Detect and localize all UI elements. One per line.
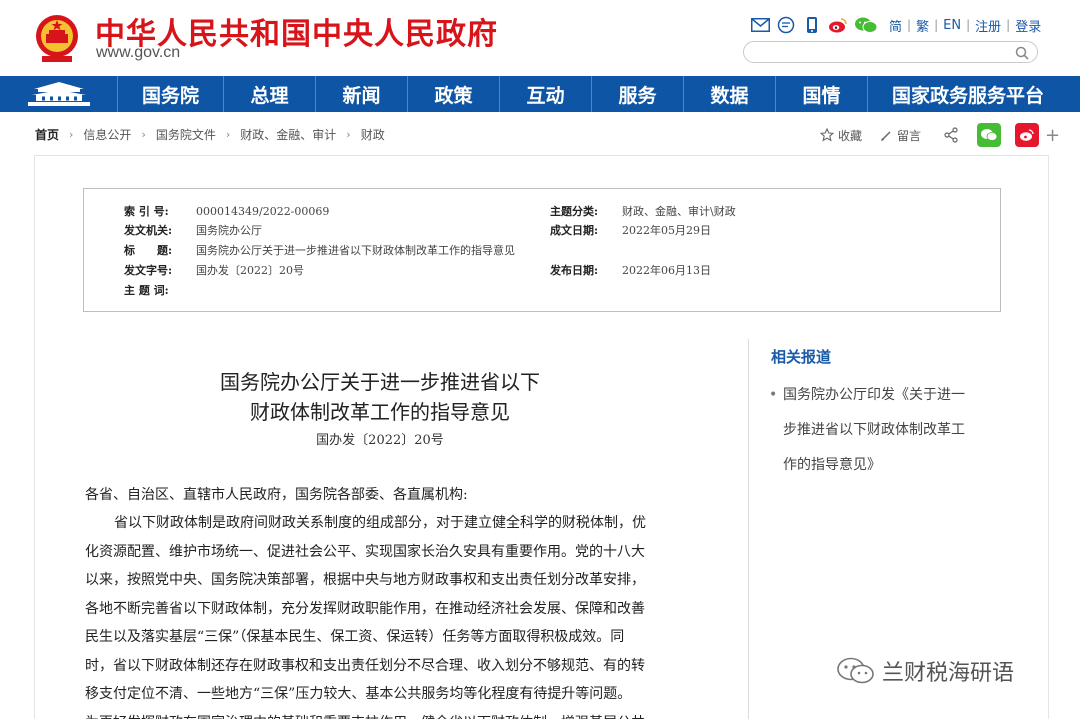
article-line: 时，省以下财政体制还存在财政事权和支出责任划分不尽合理、收入划分不够规范、有的转 <box>85 657 645 674</box>
lang-en-link[interactable]: EN <box>938 18 966 33</box>
favorite-button[interactable]: 收藏 <box>820 127 862 144</box>
meta-index-no: 索 引 号: 000014349/2022-00069 <box>124 204 330 219</box>
breadcrumb: 首页 › 信息公开 › 国务院文件 › 财政、金融、审计 › 财政 <box>35 122 385 146</box>
site-header: 中华人民共和国中央人民政府 www.gov.cn 简 | 繁 | EN | 注册… <box>0 0 1080 76</box>
weibo-share-icon[interactable] <box>1015 123 1040 147</box>
document-meta-table: 索 引 号: 000014349/2022-00069 发文机关: 国务院办公厅… <box>83 188 1001 312</box>
more-share-icon[interactable]: + <box>1045 125 1060 146</box>
chevron-right-icon: › <box>346 127 351 141</box>
nav-item-state-council[interactable]: 国务院 <box>118 76 224 112</box>
wechat-share-icon[interactable] <box>977 123 1002 147</box>
meta-category: 主题分类: 财政、金融、审计\财政 <box>550 205 736 218</box>
nav-item-interaction[interactable]: 互动 <box>500 76 592 112</box>
wechat-watermark-icon <box>837 657 874 684</box>
nav-item-policy[interactable]: 政策 <box>408 76 500 112</box>
breadcrumb-home[interactable]: 首页 <box>35 126 59 143</box>
breadcrumb-finance-category[interactable]: 财政、金融、审计 <box>240 126 336 143</box>
related-report-link[interactable]: • 国务院办公厅印发《关于进一 步推进省以下财政体制改革工 作的指导意见》 <box>769 378 999 483</box>
wechat-icon[interactable] <box>854 15 878 35</box>
lang-traditional-link[interactable]: 繁 <box>911 16 934 35</box>
login-link[interactable]: 登录 <box>1010 16 1046 35</box>
article-doc-number: 国办发〔2022〕20号 <box>316 433 444 448</box>
top-links: 简 | 繁 | EN | 注册 | 登录 <box>750 14 1046 36</box>
article-line: 省以下财政体制是政府间财政关系制度的组成部分，对于建立健全科学的财税体制，优 <box>114 515 646 531</box>
watermark: 兰财税海研语 <box>836 655 1014 687</box>
mail-icon[interactable] <box>750 15 770 35</box>
favorite-label: 收藏 <box>838 128 863 143</box>
nav-item-data[interactable]: 数据 <box>684 76 776 112</box>
meta-written-date: 成文日期: 2022年05月29日 <box>550 224 711 237</box>
nav-item-national-info[interactable]: 国情 <box>776 76 868 112</box>
star-icon <box>820 128 834 142</box>
tiananmen-icon <box>27 82 90 106</box>
comment-label: 留言 <box>897 128 922 143</box>
watermark-text: 兰财税海研语 <box>882 661 1015 686</box>
nav-item-service-platform[interactable]: 国家政务服务平台 <box>868 76 1068 112</box>
comment-button[interactable]: 留言 <box>880 127 921 144</box>
meta-keywords: 主 题 词: <box>124 284 169 297</box>
related-reports-title: 相关报道 <box>771 348 832 366</box>
article-line: 各地不断完善省以下财政体制，充分发挥财政职能作用，在推动经济社会发展、保障和改善 <box>85 600 645 617</box>
article-line: 移支付定位不清、一些地方“三保”压力较大、基本公共服务均等化程度有待提升等问题。 <box>85 686 632 702</box>
main-nav: 国务院 总理 新闻 政策 互动 服务 数据 国情 国家政务服务平台 <box>0 76 1080 112</box>
meta-title: 标 题: 国务院办公厅关于进一步推进省以下财政体制改革工作的指导意见 <box>124 244 515 257</box>
article-line: 民生以及落实基层“三保”（保基本民生、保工资、保运转）任务等方面取得积极成效。同 <box>85 629 625 645</box>
share-icon[interactable] <box>939 123 963 147</box>
search-box <box>743 41 1038 63</box>
meta-publish-date: 发布日期: 2022年06月13日 <box>550 264 711 277</box>
article-card: 索 引 号: 000014349/2022-00069 发文机关: 国务院办公厅… <box>34 155 1049 719</box>
nav-item-premier[interactable]: 总理 <box>224 76 316 112</box>
nav-item-services[interactable]: 服务 <box>592 76 684 112</box>
chevron-right-icon: › <box>141 127 146 141</box>
meta-doc-no: 发文字号: 国办发〔2022〕20号 <box>124 264 304 277</box>
search-input[interactable] <box>754 44 1004 60</box>
column-divider <box>748 339 749 719</box>
article-salutation: 各省、自治区、直辖市人民政府，国务院各部委、各直属机构: <box>85 487 468 503</box>
chevron-right-icon: › <box>69 127 74 141</box>
comment-icon[interactable] <box>776 15 796 35</box>
chevron-right-icon: › <box>225 127 231 141</box>
weibo-icon[interactable] <box>828 15 848 35</box>
pencil-icon <box>881 130 891 141</box>
nav-item-news[interactable]: 新闻 <box>316 76 408 112</box>
article-title-line-2: 财政体制改革工作的指导意见 <box>250 400 510 424</box>
breadcrumb-finance[interactable]: 财政 <box>361 126 385 143</box>
search-icon[interactable] <box>1013 44 1031 62</box>
register-link[interactable]: 注册 <box>970 16 1006 35</box>
site-domain[interactable]: www.gov.cn <box>96 44 180 62</box>
meta-issuer: 发文机关: 国务院办公厅 <box>124 224 262 237</box>
article-title-line-1: 国务院办公厅关于进一步推进省以下 <box>220 370 540 394</box>
bullet-icon: • <box>769 387 778 403</box>
nav-home[interactable] <box>0 76 118 112</box>
lang-simplified-link[interactable]: 简 <box>884 16 907 35</box>
article-line: 化资源配置、维护市场统一、促进社会公平、实现国家长治久安具有重要作用。党的十八大 <box>85 543 645 560</box>
breadcrumb-info-disclosure[interactable]: 信息公开 <box>83 126 131 143</box>
national-emblem-icon[interactable] <box>34 12 80 64</box>
breadcrumb-state-council-docs[interactable]: 国务院文件 <box>156 126 216 143</box>
article-line: 为更好发挥财政在国家治理中的基础和重要支柱作用，健全省以下财政体制，增强基层公共 <box>85 709 725 719</box>
article-line: 以来，按照党中央、国务院决策部署，根据中央与地方财政事权和支出责任划分改革安排， <box>85 572 645 588</box>
article-body: 省以下财政体制是政府间财政关系制度的组成部分，对于建立健全科学的财税体制，优 化… <box>85 509 725 719</box>
page-tools: 收藏 留言 + <box>820 122 1060 148</box>
mobile-icon[interactable] <box>802 15 822 35</box>
